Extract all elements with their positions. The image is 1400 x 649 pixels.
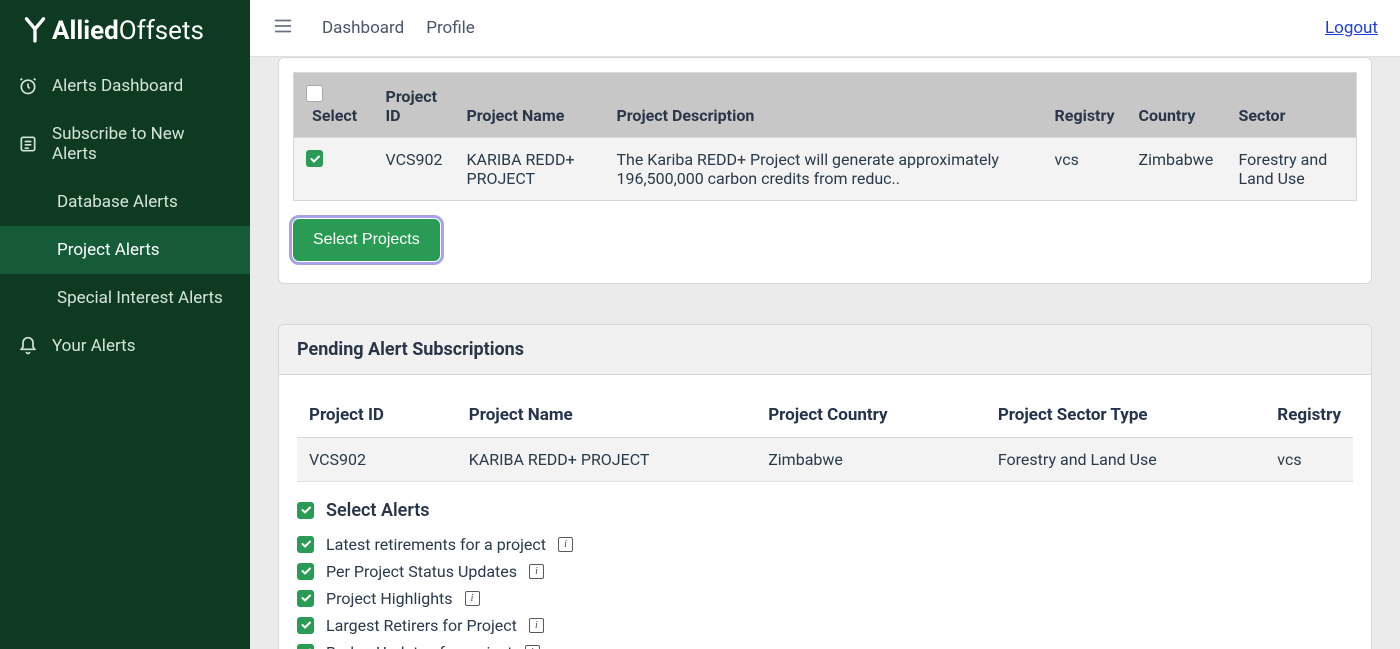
project-select-card: Select Project ID Project Name Project D… — [278, 57, 1372, 284]
content: Select Project ID Project Name Project D… — [250, 57, 1400, 649]
pending-title: Pending Alert Subscriptions — [279, 325, 1371, 375]
select-alerts-header: Select Alerts — [297, 500, 1353, 521]
select-all-alerts-checkbox[interactable] — [297, 502, 314, 519]
sidebar-item-database-alerts[interactable]: Database Alerts — [0, 178, 250, 226]
sidebar: AlliedOffsets Alerts Dashboard Subscribe… — [0, 0, 250, 649]
cell-desc: The Kariba REDD+ Project will generate a… — [604, 137, 1042, 200]
info-icon[interactable]: i — [525, 645, 540, 649]
alert-checkbox[interactable] — [297, 644, 314, 649]
alert-label: Broker Updates for project — [326, 643, 513, 649]
pending-subscriptions-card: Pending Alert Subscriptions Project ID P… — [278, 324, 1372, 649]
sidebar-label: Database Alerts — [57, 192, 178, 212]
clock-icon — [18, 76, 38, 96]
sidebar-nav: Alerts Dashboard Subscribe to New Alerts… — [0, 62, 250, 370]
alert-option: Largest Retirers for Project i — [297, 612, 1353, 639]
info-icon[interactable]: i — [465, 591, 480, 606]
table-row: VCS902 KARIBA REDD+ PROJECT The Kariba R… — [294, 137, 1357, 200]
cell-sector: Forestry and Land Use — [1227, 137, 1357, 200]
nav-dashboard[interactable]: Dashboard — [322, 18, 404, 38]
list-icon — [18, 134, 38, 154]
select-all-checkbox[interactable] — [306, 85, 323, 102]
alert-label: Latest retirements for a project — [326, 535, 546, 554]
hamburger-icon[interactable] — [272, 15, 294, 41]
select-alerts-label: Select Alerts — [326, 500, 430, 521]
col-project-sector: Project Sector Type — [986, 393, 1265, 438]
alert-checkbox[interactable] — [297, 590, 314, 607]
topnav: Dashboard Profile — [322, 18, 475, 38]
topbar: Dashboard Profile Logout — [250, 0, 1400, 57]
cell-registry: vcs — [1265, 437, 1353, 481]
sidebar-item-project-alerts[interactable]: Project Alerts — [0, 226, 250, 274]
bell-icon — [18, 336, 38, 356]
project-table: Select Project ID Project Name Project D… — [293, 72, 1357, 201]
sidebar-item-your-alerts[interactable]: Your Alerts — [0, 322, 250, 370]
col-sector: Sector — [1227, 72, 1357, 137]
cell-registry: vcs — [1043, 137, 1127, 200]
sidebar-item-alerts-dashboard[interactable]: Alerts Dashboard — [0, 62, 250, 110]
col-registry: Registry — [1265, 393, 1353, 438]
table-header-row: Select Project ID Project Name Project D… — [294, 72, 1357, 137]
sidebar-label: Special Interest Alerts — [57, 288, 223, 308]
select-projects-button[interactable]: Select Projects — [293, 219, 440, 261]
brand-name: AlliedOffsets — [52, 16, 204, 46]
alert-option: Broker Updates for project i — [297, 639, 1353, 649]
col-project-id: Project ID — [374, 72, 455, 137]
cell-pid: VCS902 — [374, 137, 455, 200]
info-icon[interactable]: i — [558, 537, 573, 552]
info-icon[interactable]: i — [529, 618, 544, 633]
col-project-country: Project Country — [756, 393, 986, 438]
col-registry: Registry — [1043, 72, 1127, 137]
col-select: Select — [312, 106, 357, 125]
pending-row: VCS902 KARIBA REDD+ PROJECT Zimbabwe For… — [297, 437, 1353, 481]
sidebar-label: Project Alerts — [57, 240, 160, 260]
alert-checkbox[interactable] — [297, 617, 314, 634]
sidebar-item-special-interest[interactable]: Special Interest Alerts — [0, 274, 250, 322]
cell-country: Zimbabwe — [756, 437, 986, 481]
col-description: Project Description — [604, 72, 1042, 137]
col-country: Country — [1127, 72, 1227, 137]
row-checkbox[interactable] — [306, 150, 323, 167]
cell-name: KARIBA REDD+ PROJECT — [454, 137, 604, 200]
cell-name: KARIBA REDD+ PROJECT — [457, 437, 756, 481]
logo: AlliedOffsets — [0, 0, 250, 62]
cell-pid: VCS902 — [297, 437, 457, 481]
sidebar-label: Your Alerts — [52, 336, 135, 356]
alert-checkbox[interactable] — [297, 536, 314, 553]
nav-profile[interactable]: Profile — [426, 18, 475, 38]
alert-option: Per Project Status Updates i — [297, 558, 1353, 585]
col-project-id: Project ID — [297, 393, 457, 438]
col-project-name: Project Name — [457, 393, 756, 438]
pending-table: Project ID Project Name Project Country … — [297, 393, 1353, 482]
sidebar-label: Alerts Dashboard — [52, 76, 183, 96]
cell-country: Zimbabwe — [1127, 137, 1227, 200]
alert-label: Project Highlights — [326, 589, 453, 608]
alert-label: Largest Retirers for Project — [326, 616, 517, 635]
alert-option: Project Highlights i — [297, 585, 1353, 612]
main: Dashboard Profile Logout Select Project … — [250, 0, 1400, 649]
pending-header-row: Project ID Project Name Project Country … — [297, 393, 1353, 438]
cell-sector: Forestry and Land Use — [986, 437, 1265, 481]
alert-option: Latest retirements for a project i — [297, 531, 1353, 558]
alert-label: Per Project Status Updates — [326, 562, 517, 581]
col-project-name: Project Name — [454, 72, 604, 137]
sidebar-label: Subscribe to New Alerts — [52, 124, 232, 164]
select-alerts-section: Select Alerts Latest retirements for a p… — [279, 482, 1371, 649]
sidebar-item-subscribe[interactable]: Subscribe to New Alerts — [0, 110, 250, 178]
info-icon[interactable]: i — [529, 564, 544, 579]
logout-link[interactable]: Logout — [1325, 18, 1378, 38]
alert-checkbox[interactable] — [297, 563, 314, 580]
brand-logo-icon — [18, 12, 52, 50]
